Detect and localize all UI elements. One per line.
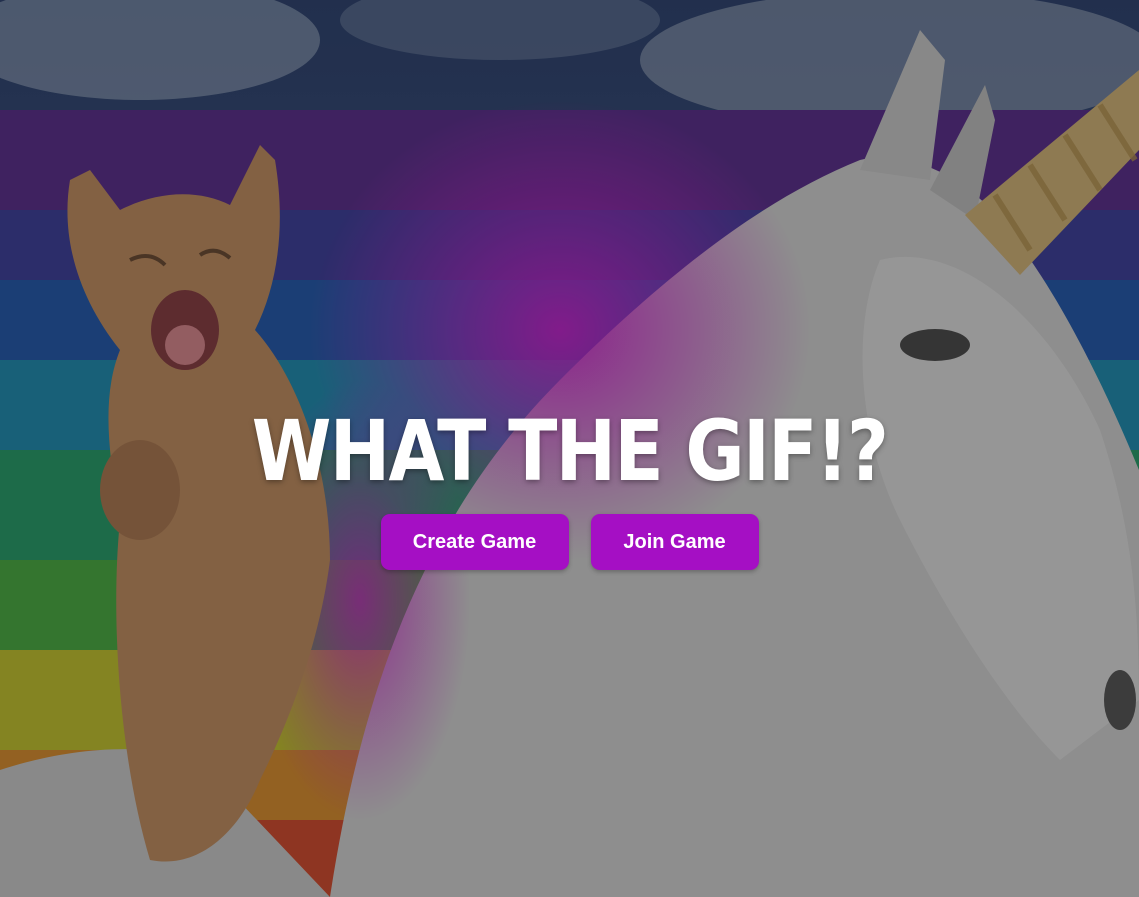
action-buttons: Create Game Join Game [0, 514, 1139, 570]
game-title: WHAT THE GIF!? [251, 402, 889, 500]
landing-page: WHAT THE GIF!? Create Game Join Game [0, 0, 1139, 897]
create-game-button[interactable]: Create Game [380, 514, 569, 570]
join-game-button[interactable]: Join Game [590, 514, 759, 570]
main-panel: WHAT THE GIF!? Create Game Join Game [0, 405, 1139, 570]
